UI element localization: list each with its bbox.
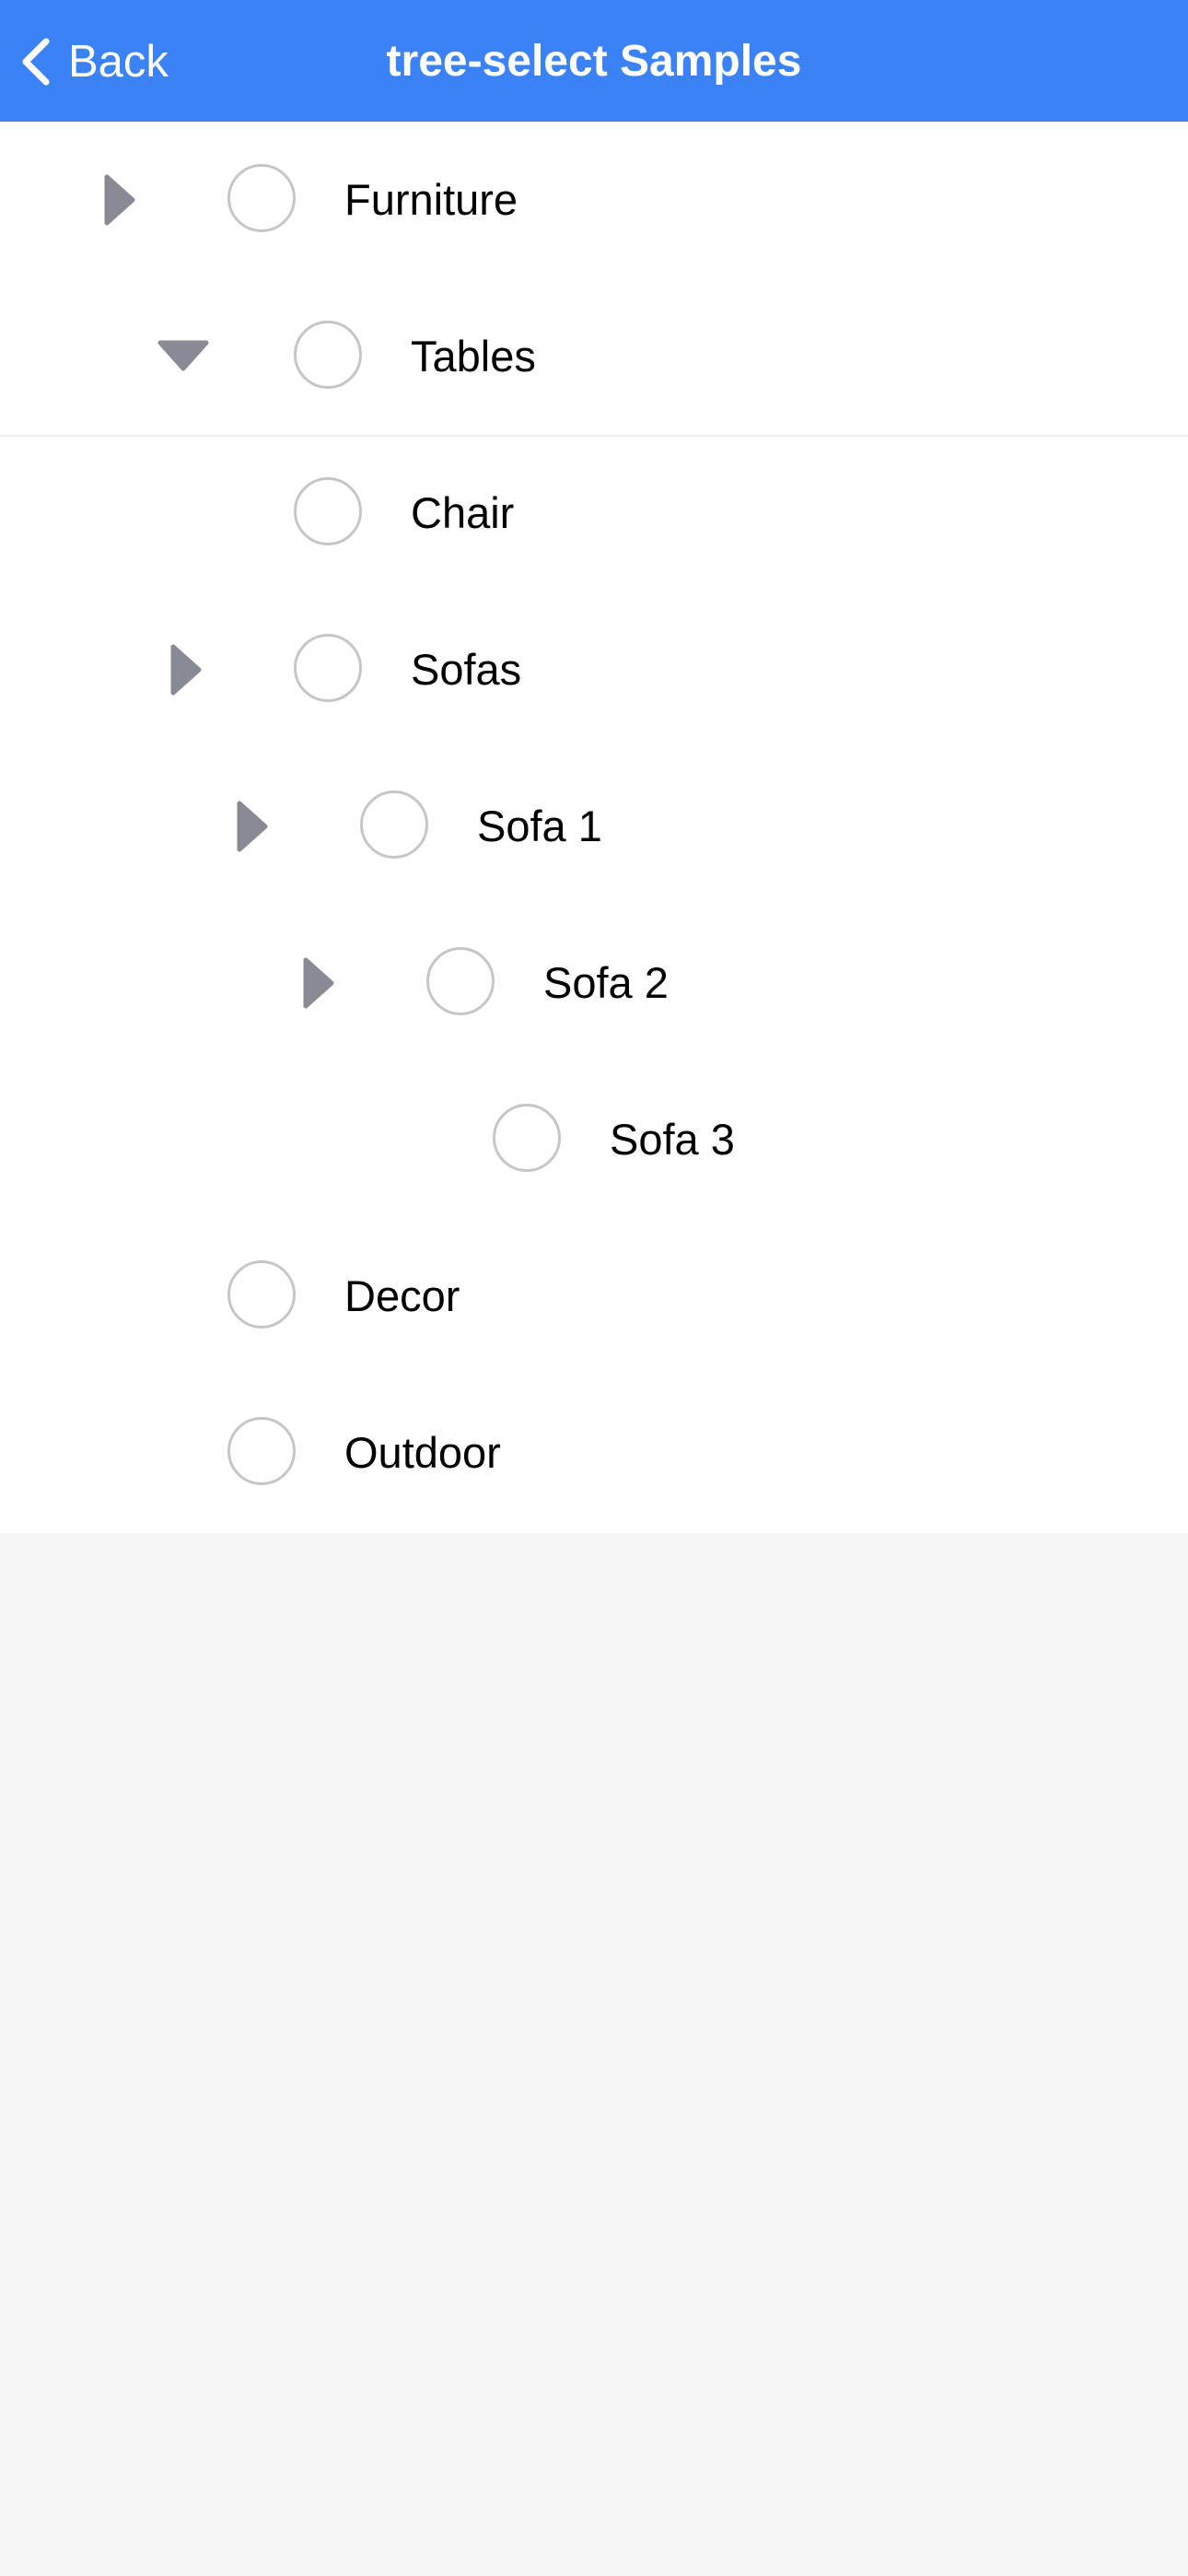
tree-list: Furniture Tables Chair Sofas Sofa 1 Sofa… [0, 122, 1188, 1533]
checkbox-circle[interactable] [227, 1260, 296, 1329]
tree-node-sofas[interactable]: Sofas [0, 591, 1188, 748]
caret-right-icon [295, 951, 337, 1015]
tree-node-sofa-2[interactable]: Sofa 2 [0, 905, 1188, 1061]
tree-node-label: Sofa 1 [477, 802, 602, 850]
tree-node-chair[interactable]: Chair [0, 435, 1188, 591]
navigation-bar: Back tree-select Samples [0, 0, 1188, 122]
checkbox-circle[interactable] [360, 790, 428, 859]
caret-right-icon [228, 794, 271, 859]
tree-node-label: Sofa 2 [543, 958, 669, 1007]
tree-node-label: Furniture [344, 175, 518, 224]
caret-down-icon [151, 335, 215, 378]
tree-node-decor[interactable]: Decor [0, 1218, 1188, 1375]
expand-toggle[interactable] [217, 794, 282, 859]
checkbox-circle[interactable] [227, 164, 296, 232]
page-title: tree-select Samples [386, 37, 802, 86]
tree-node-outdoor[interactable]: Outdoor [0, 1375, 1188, 1531]
expand-toggle[interactable] [284, 951, 348, 1015]
tree-node-sofa-1[interactable]: Sofa 1 [0, 748, 1188, 905]
tree-node-tables[interactable]: Tables [0, 278, 1188, 437]
tree-node-label: Sofas [411, 645, 522, 694]
tree-node-sofa-3[interactable]: Sofa 3 [0, 1061, 1188, 1218]
checkbox-circle[interactable] [426, 947, 495, 1015]
checkbox-circle[interactable] [294, 634, 362, 702]
tree-node-label: Tables [411, 332, 536, 381]
checkbox-circle[interactable] [294, 321, 362, 389]
expand-toggle[interactable] [85, 168, 149, 232]
checkbox-circle[interactable] [227, 1417, 296, 1485]
tree-node-label: Chair [411, 488, 515, 537]
caret-right-icon [162, 638, 204, 702]
tree-node-label: Sofa 3 [610, 1115, 735, 1164]
tree-node-label: Decor [344, 1271, 460, 1320]
tree-node-furniture[interactable]: Furniture [0, 122, 1188, 278]
expand-toggle[interactable] [151, 638, 215, 702]
collapse-toggle[interactable] [151, 324, 215, 389]
checkbox-circle[interactable] [294, 477, 362, 545]
tree-node-label: Outdoor [344, 1428, 501, 1477]
caret-right-icon [96, 168, 138, 232]
checkbox-circle[interactable] [493, 1104, 561, 1172]
